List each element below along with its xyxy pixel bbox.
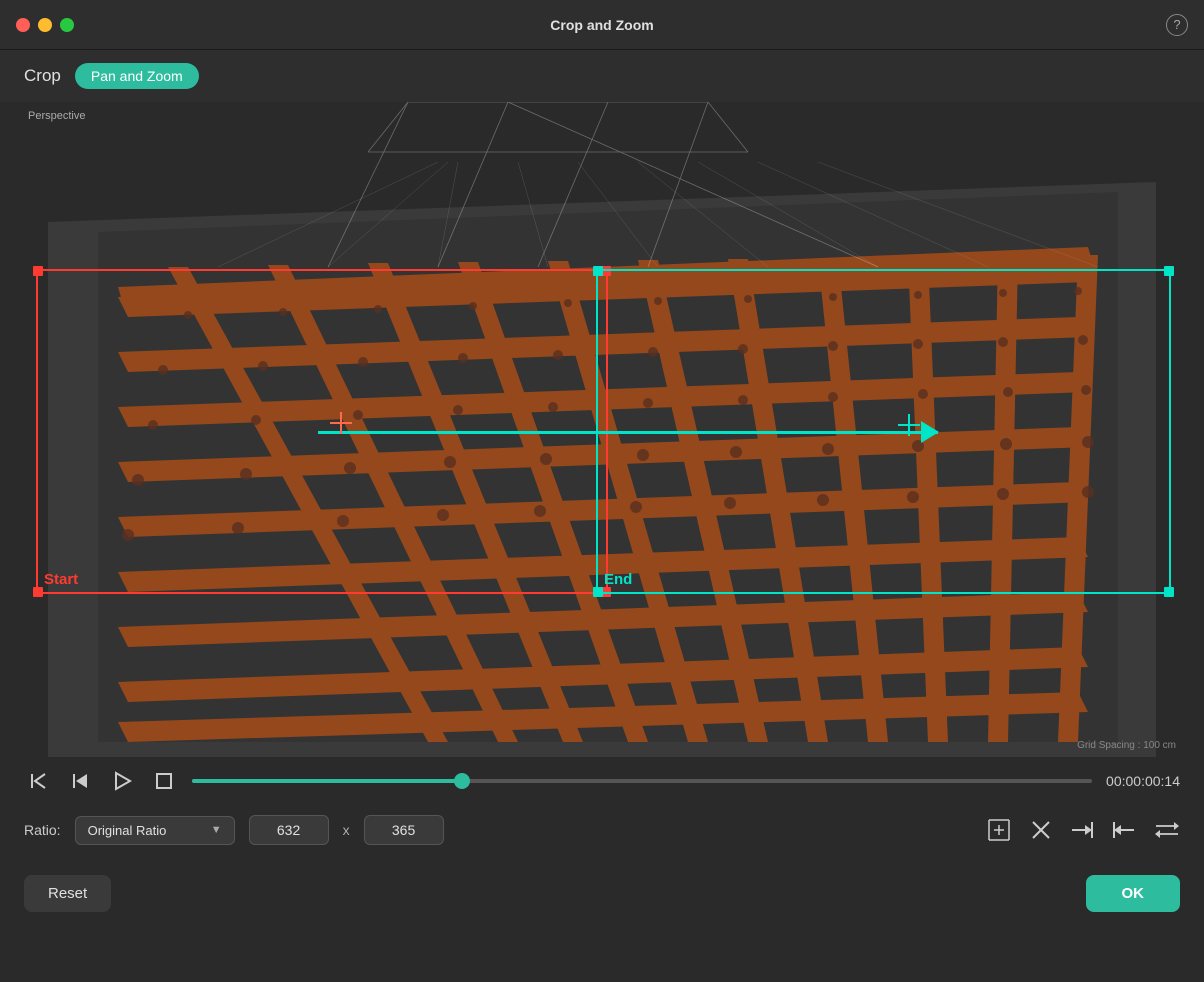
ratio-label: Ratio:	[24, 822, 61, 838]
align-right-icon-button[interactable]	[1070, 818, 1094, 842]
tab-crop[interactable]: Crop	[24, 62, 61, 90]
window-controls	[16, 18, 74, 32]
grid-spacing-label: Grid Spacing : 100 cm	[1077, 740, 1176, 751]
stop-button[interactable]	[150, 767, 178, 795]
ratio-selected-value: Original Ratio	[88, 823, 167, 838]
crosshair-start	[330, 412, 352, 434]
tab-panzoom[interactable]: Pan and Zoom	[75, 63, 199, 89]
maximize-button[interactable]	[60, 18, 74, 32]
help-icon: ?	[1173, 17, 1180, 32]
tabs-bar: Crop Pan and Zoom	[0, 50, 1204, 102]
scene-background: Start End Grid Spacing : 100 cm	[18, 102, 1186, 757]
viewport: Perspective	[18, 102, 1186, 757]
ratio-bar: Ratio: Original Ratio ▼ x	[0, 805, 1204, 855]
align-left-icon-button[interactable]	[1112, 818, 1136, 842]
dimension-separator: x	[343, 822, 350, 838]
titlebar: Crop and Zoom ?	[0, 0, 1204, 50]
pan-arrow	[318, 417, 938, 447]
slider-thumb[interactable]	[454, 773, 470, 789]
maximize-icon-button[interactable]	[986, 817, 1012, 843]
rewind-button[interactable]	[24, 767, 52, 795]
arrow-tip	[921, 421, 939, 443]
bottom-bar: Reset OK	[0, 859, 1204, 928]
crosshair-end	[898, 414, 920, 436]
end-corner-tl[interactable]	[593, 266, 603, 276]
height-input[interactable]	[364, 815, 444, 845]
end-label: End	[604, 571, 632, 588]
help-button[interactable]: ?	[1166, 14, 1188, 36]
close-crop-icon-button[interactable]	[1030, 819, 1052, 841]
ok-button[interactable]: OK	[1086, 875, 1181, 912]
start-corner-bl[interactable]	[33, 587, 43, 597]
playback-slider[interactable]	[192, 779, 1092, 783]
start-label: Start	[44, 571, 78, 588]
slider-fill	[192, 779, 462, 783]
ratio-select[interactable]: Original Ratio ▼	[75, 816, 235, 845]
playback-bar: 00:00:00:14	[0, 757, 1204, 805]
close-button[interactable]	[16, 18, 30, 32]
start-corner-tl[interactable]	[33, 266, 43, 276]
chevron-down-icon: ▼	[211, 824, 222, 836]
step-back-button[interactable]	[66, 767, 94, 795]
window-title: Crop and Zoom	[550, 17, 653, 33]
reset-button[interactable]: Reset	[24, 875, 111, 912]
arrow-line	[318, 431, 938, 434]
viewport-label: Perspective	[28, 110, 85, 122]
width-input[interactable]	[249, 815, 329, 845]
end-corner-br[interactable]	[1164, 587, 1174, 597]
ratio-action-icons	[986, 817, 1180, 843]
end-corner-bl[interactable]	[593, 587, 603, 597]
play-button[interactable]	[108, 767, 136, 795]
minimize-button[interactable]	[38, 18, 52, 32]
playback-time: 00:00:00:14	[1106, 773, 1180, 789]
swap-icon-button[interactable]	[1154, 819, 1180, 841]
end-corner-tr[interactable]	[1164, 266, 1174, 276]
